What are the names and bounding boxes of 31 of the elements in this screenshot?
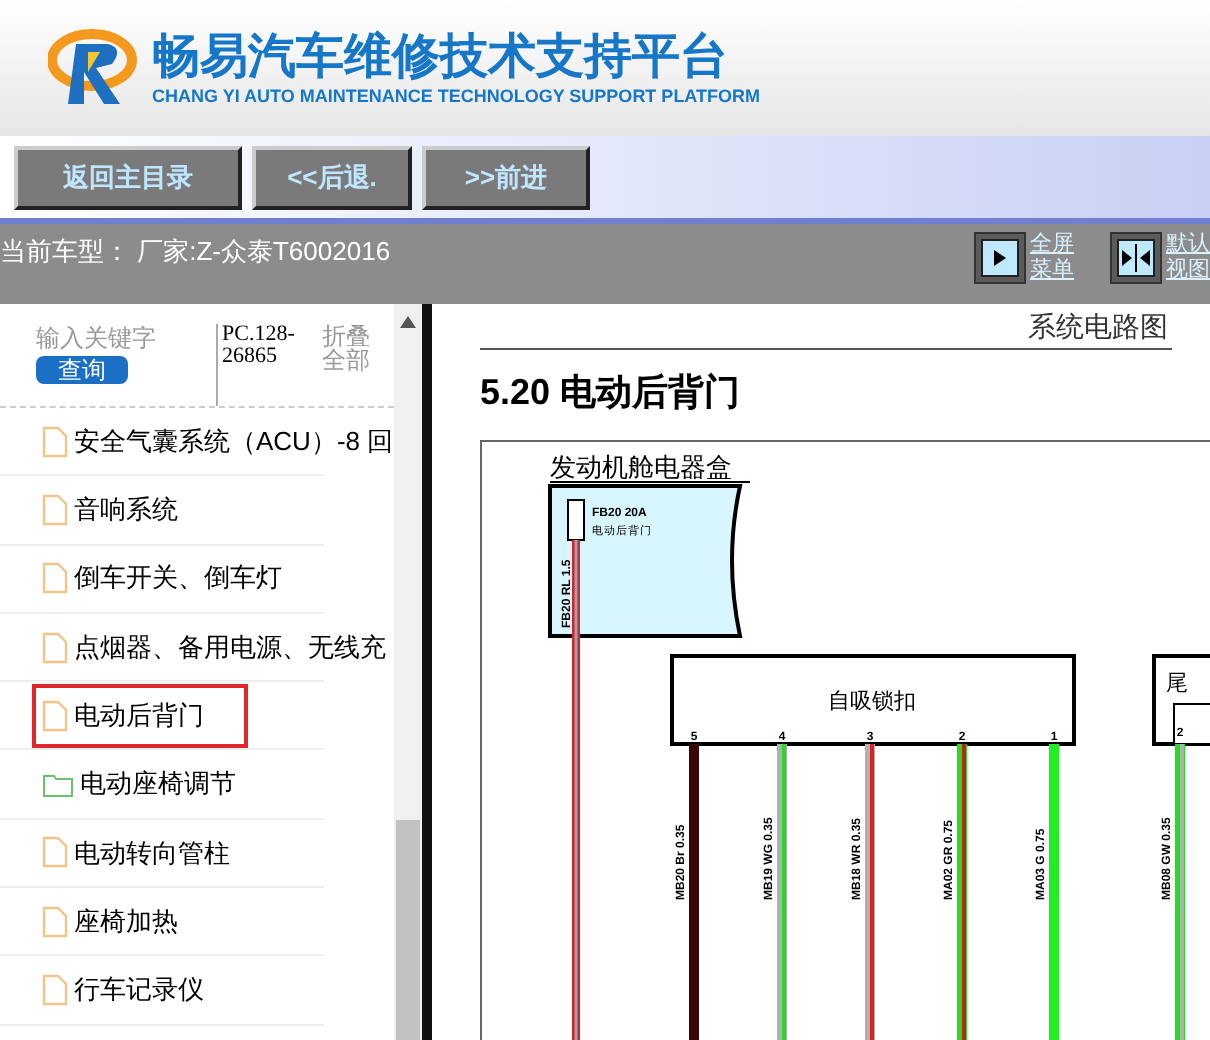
folder-icon (42, 771, 74, 798)
document-icon (42, 974, 68, 1007)
split-icon[interactable] (1110, 232, 1162, 284)
expand-icon[interactable] (974, 232, 1026, 284)
tree-item[interactable]: 安全气囊系统（ACU）-8 回 (36, 413, 394, 470)
document-icon (42, 493, 68, 526)
search-button[interactable]: 查询 (36, 356, 128, 384)
tree-item[interactable]: 电动转向管柱 (36, 824, 230, 881)
current-vehicle: 当前车型： 厂家:Z-众泰T6002016 (0, 236, 391, 268)
tree-item[interactable]: 点烟器、备用电源、无线充 (36, 619, 386, 676)
code-text: PC.128-26865 (216, 324, 311, 406)
tree-item[interactable]: 电动后背门 (36, 687, 244, 744)
document-icon (42, 562, 68, 595)
section-title: 5.20 电动后背门 (480, 370, 743, 416)
document-icon (42, 425, 68, 458)
tree-item[interactable]: 电动座椅调节 (36, 756, 236, 813)
scroll-thumb[interactable] (396, 820, 420, 1040)
section-header: 系统电路图 (1028, 307, 1168, 345)
tree-item[interactable]: 音响系统 (36, 481, 178, 538)
scroll-up-icon[interactable] (400, 316, 416, 328)
platform-title: 畅易汽车维修技术支持平台 (152, 28, 730, 84)
platform-subtitle: CHANG YI AUTO MAINTENANCE TECHNOLOGY SUPPORT PLATFORM (152, 84, 761, 108)
document-icon (42, 631, 68, 664)
document-icon (42, 905, 68, 938)
tree-item[interactable]: 座椅加热 (36, 893, 178, 950)
scrollbar[interactable] (394, 304, 422, 1040)
document-icon (42, 836, 68, 869)
document-icon (42, 699, 68, 732)
tree-item[interactable]: 行车记录仪 (36, 962, 204, 1019)
tree-item[interactable]: 倒车开关、倒车灯 (36, 550, 282, 607)
search-field[interactable]: 输入关键字 (36, 324, 204, 352)
